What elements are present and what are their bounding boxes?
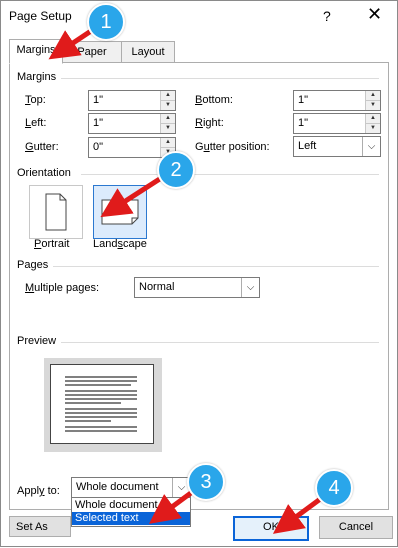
page-setup-dialog: Page Setup ? ✕ Margins Paper Layout Marg… [0,0,398,547]
callout-2: 2 [157,151,195,189]
callout-4: 4 [315,469,353,507]
arrow-to-ok [272,494,325,534]
callout-1: 1 [87,3,125,41]
callout-3: 3 [187,463,225,501]
